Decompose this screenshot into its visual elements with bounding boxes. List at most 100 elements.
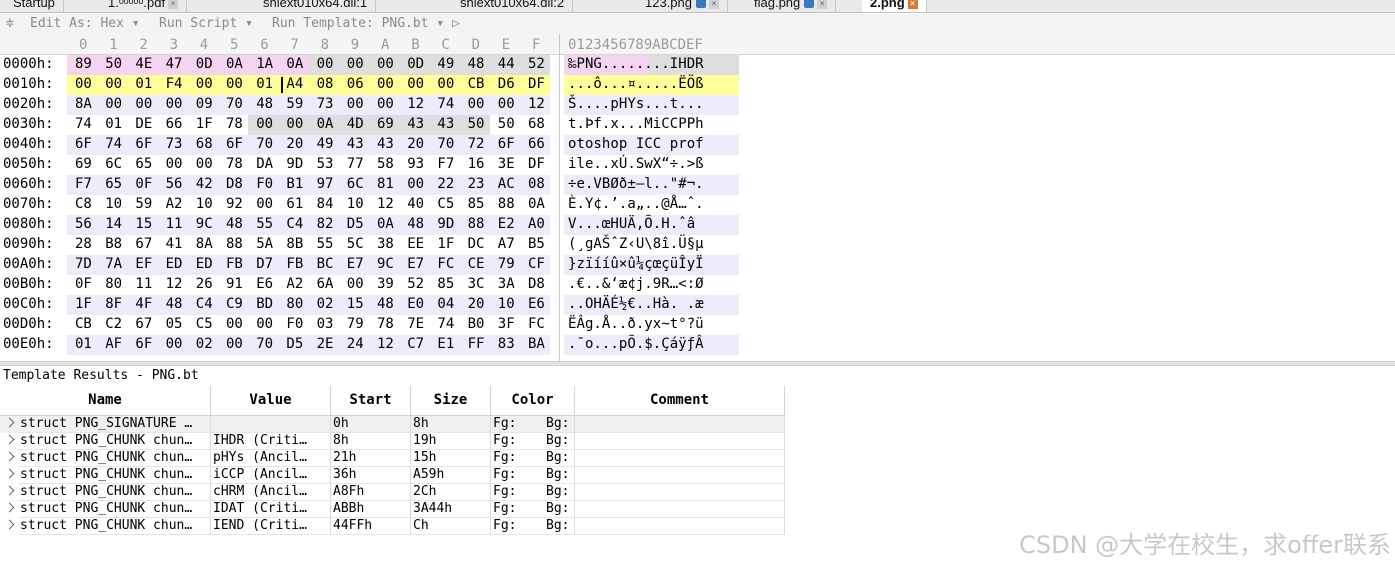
hex-byte[interactable]: D5 [278, 335, 309, 355]
hex-byte[interactable]: D8 [218, 175, 249, 195]
hex-byte[interactable]: FF [459, 335, 490, 355]
hex-byte[interactable]: FB [218, 255, 249, 275]
hex-byte[interactable]: 00 [308, 55, 339, 75]
hex-byte[interactable]: 48 [218, 215, 249, 235]
hex-byte[interactable]: 20 [399, 135, 430, 155]
hex-byte[interactable]: 0D [399, 55, 430, 75]
hex-byte[interactable]: 6C [97, 155, 128, 175]
ascii-cell[interactable]: t.Þf.x...MiCCPPh [564, 115, 739, 135]
hex-byte[interactable]: 4D [338, 115, 369, 135]
hex-byte[interactable]: A2 [278, 275, 309, 295]
hex-byte[interactable]: CB [67, 315, 98, 335]
hex-byte[interactable]: 66 [520, 135, 551, 155]
hex-byte[interactable]: BD [248, 295, 279, 315]
close-tab-icon[interactable]: × [817, 0, 828, 9]
hex-byte[interactable]: EE [399, 235, 430, 255]
hex-byte[interactable]: 68 [520, 115, 551, 135]
hex-byte[interactable]: 00 [67, 75, 98, 95]
hex-byte[interactable]: AF [97, 335, 128, 355]
hex-byte[interactable]: BC [308, 255, 339, 275]
hex-byte[interactable]: C4 [278, 215, 309, 235]
hex-byte[interactable]: 42 [187, 175, 218, 195]
hex-byte[interactable]: 01 [248, 75, 279, 95]
hex-byte[interactable]: 80 [97, 275, 128, 295]
hex-byte[interactable]: 73 [308, 95, 339, 115]
hex-byte[interactable]: 0F [67, 275, 98, 295]
hex-byte[interactable]: 23 [459, 175, 490, 195]
hex-byte[interactable]: 12 [157, 275, 188, 295]
hex-byte[interactable]: 00 [399, 175, 430, 195]
hex-byte[interactable]: 53 [308, 155, 339, 175]
hex-byte[interactable]: 48 [248, 95, 279, 115]
hex-byte[interactable]: C4 [187, 295, 218, 315]
hex-byte[interactable]: 68 [187, 135, 218, 155]
ascii-cell[interactable]: ËÂg.Å..ð.yx~t°?ü [564, 315, 739, 335]
hex-byte[interactable]: DF [520, 155, 551, 175]
hex-byte[interactable]: 15 [338, 295, 369, 315]
hex-byte[interactable]: 79 [338, 315, 369, 335]
hex-byte[interactable]: 16 [459, 155, 490, 175]
hex-byte[interactable]: 05 [157, 315, 188, 335]
hex-byte[interactable]: 10 [187, 195, 218, 215]
hex-byte[interactable]: 00 [369, 75, 400, 95]
tab-1[interactable]: Startup [5, 0, 64, 12]
tab-5[interactable]: 123.png × [637, 0, 728, 12]
hex-byte[interactable]: 0A [218, 55, 249, 75]
hex-byte[interactable]: 9D [278, 155, 309, 175]
hex-byte[interactable]: 43 [399, 115, 430, 135]
tab-2[interactable]: 1.ᵒᵒᵒᵒᵒ.pdf × [100, 0, 188, 12]
hex-byte[interactable]: F0 [278, 315, 309, 335]
hex-byte[interactable]: 1F [429, 235, 460, 255]
hex-byte[interactable]: 00 [248, 195, 279, 215]
hex-byte[interactable]: 00 [369, 55, 400, 75]
hex-byte[interactable]: 12 [369, 335, 400, 355]
hex-byte[interactable]: 59 [278, 95, 309, 115]
hex-byte[interactable]: 52 [520, 55, 551, 75]
expand-chevron-icon[interactable] [4, 485, 15, 496]
run-script-dropdown[interactable]: Run Script ▾ [159, 16, 253, 31]
ascii-cell[interactable]: }zïííû×û¼çœçüÎyÏ [564, 255, 739, 275]
hex-byte[interactable]: 50 [489, 115, 520, 135]
expand-chevron-icon[interactable] [4, 468, 15, 479]
hex-byte[interactable]: 48 [399, 215, 430, 235]
hex-byte[interactable]: 55 [308, 235, 339, 255]
hex-byte[interactable]: 08 [520, 175, 551, 195]
hex-byte[interactable]: F7 [429, 155, 460, 175]
hex-byte[interactable]: 04 [429, 295, 460, 315]
hex-byte[interactable]: 88 [459, 215, 490, 235]
hex-byte[interactable]: 28 [67, 235, 98, 255]
hex-byte[interactable]: D6 [489, 75, 520, 95]
hex-byte[interactable]: 00 [157, 155, 188, 175]
hex-byte[interactable]: E2 [489, 215, 520, 235]
hex-byte[interactable]: 20 [459, 295, 490, 315]
hex-byte[interactable]: AC [489, 175, 520, 195]
hex-byte[interactable]: 1F [67, 295, 98, 315]
hex-byte[interactable]: 49 [308, 135, 339, 155]
hex-byte[interactable]: 83 [489, 335, 520, 355]
hex-byte[interactable]: 88 [218, 235, 249, 255]
hex-byte[interactable]: DE [127, 115, 158, 135]
hex-byte[interactable]: 3C [459, 275, 490, 295]
table-row[interactable]: struct PNG_CHUNK chun… IEND (Criti… 44FFh C… [0, 518, 785, 535]
hex-byte[interactable]: E7 [399, 255, 430, 275]
hex-byte[interactable]: DC [459, 235, 490, 255]
hex-byte[interactable]: 2E [308, 335, 339, 355]
hex-byte[interactable]: 6C [338, 175, 369, 195]
hex-byte[interactable]: 80 [278, 295, 309, 315]
hex-byte[interactable]: B1 [278, 175, 309, 195]
hex-byte[interactable]: 01 [127, 75, 158, 95]
hex-byte[interactable]: 49 [429, 55, 460, 75]
hex-byte[interactable]: 66 [157, 115, 188, 135]
hex-byte[interactable]: 97 [308, 175, 339, 195]
hex-byte[interactable]: 72 [459, 135, 490, 155]
hex-byte[interactable]: 9C [187, 215, 218, 235]
ascii-cell[interactable]: (¸gAŠˆZ‹U\8î.Ü§µ [564, 235, 739, 255]
hex-byte[interactable]: 73 [157, 135, 188, 155]
column-header-value[interactable]: Value [211, 386, 331, 416]
ascii-cell[interactable]: Š....pHYs...t... [564, 95, 739, 115]
hex-byte[interactable]: 70 [218, 95, 249, 115]
ascii-cell[interactable]: .¯o...pÕ.$.ÇáÿƒÂ [564, 335, 739, 355]
hex-byte[interactable]: 00 [248, 315, 279, 335]
table-row[interactable]: struct PNG_CHUNK chun… IHDR (Criti… 8h 19h F… [0, 433, 785, 450]
hex-byte[interactable]: 8F [97, 295, 128, 315]
